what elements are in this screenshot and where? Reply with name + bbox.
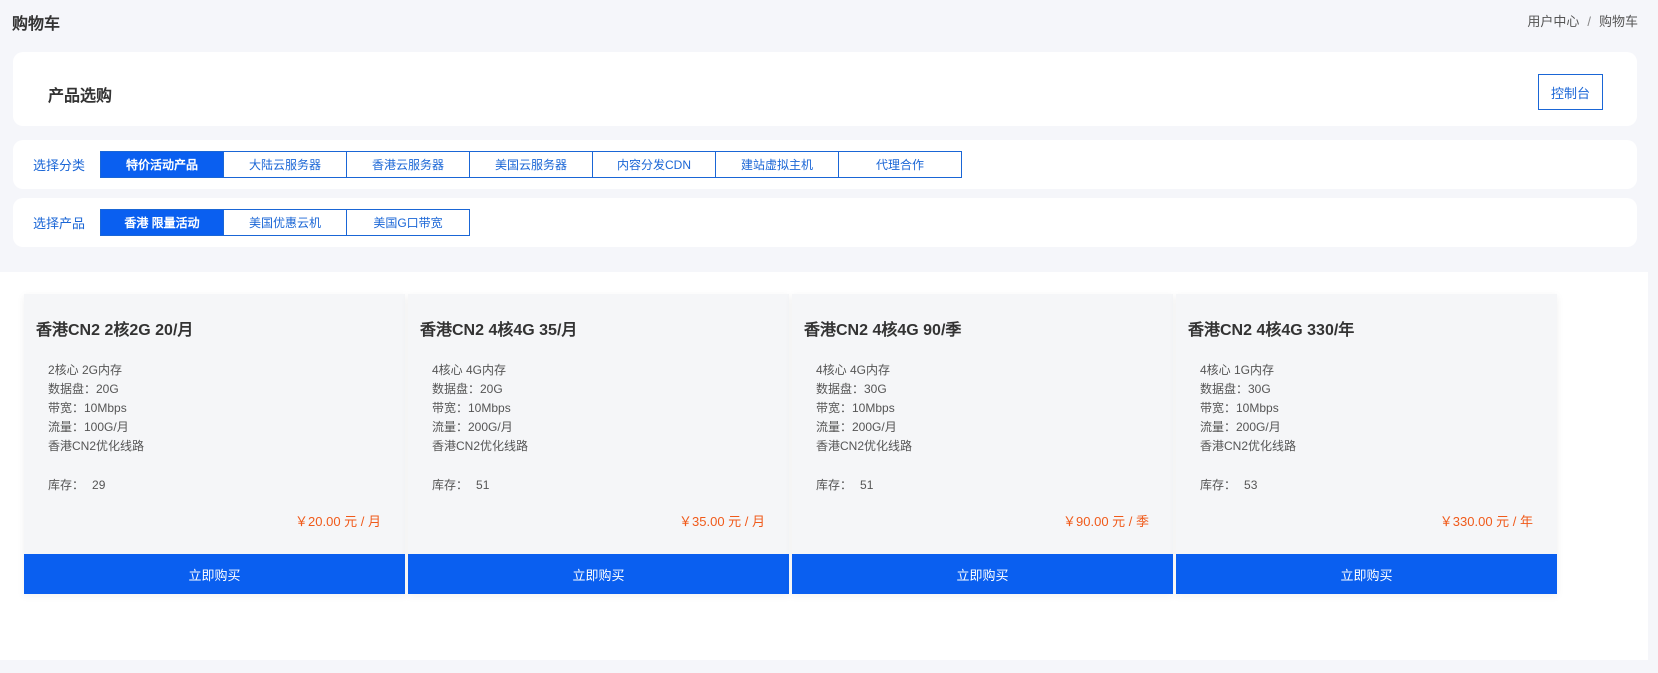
spec-disk: 数据盘：30G bbox=[816, 382, 887, 396]
product-name: 香港CN2 4核4G 90/季 bbox=[804, 322, 962, 339]
breadcrumb-cart: 购物车 bbox=[1598, 14, 1638, 29]
breadcrumb-user-center[interactable]: 用户中心 bbox=[1527, 14, 1579, 29]
spec-disk: 数据盘：20G bbox=[48, 382, 119, 396]
spec-cpu-ram: 4核心 4G内存 bbox=[432, 363, 507, 377]
spec-disk: 数据盘：30G bbox=[1200, 382, 1271, 396]
stock-label: 库存： bbox=[432, 478, 469, 492]
purchase-title: 产品选购 bbox=[48, 88, 113, 105]
tab-product-hk-limited[interactable]: 香港 限量活动 bbox=[100, 209, 224, 236]
category-filter: 选择分类 特价活动产品 大陆云服务器 香港云服务器 美国云服务器 内容分发CDN… bbox=[13, 140, 1637, 189]
stock: 库存： 51 bbox=[816, 476, 873, 493]
price: ￥90.00 元 / 季 bbox=[1063, 514, 1149, 529]
spec-route: 香港CN2优化线路 bbox=[432, 439, 529, 453]
buy-now-button[interactable]: 立即购买 bbox=[1176, 554, 1557, 594]
tab-category-hosting[interactable]: 建站虚拟主机 bbox=[715, 151, 839, 178]
tab-category-special[interactable]: 特价活动产品 bbox=[100, 151, 224, 178]
spec-disk: 数据盘：20G bbox=[432, 382, 503, 396]
spec-cpu-ram: 4核心 4G内存 bbox=[816, 363, 891, 377]
spec-bandwidth: 带宽：10Mbps bbox=[1200, 401, 1279, 415]
breadcrumb: 用户中心 / 购物车 bbox=[1527, 11, 1638, 30]
buy-now-button[interactable]: 立即购买 bbox=[792, 554, 1173, 594]
spec-route: 香港CN2优化线路 bbox=[48, 439, 145, 453]
stock-count: 29 bbox=[92, 478, 106, 492]
tab-category-cdn[interactable]: 内容分发CDN bbox=[592, 151, 716, 178]
tab-category-agent[interactable]: 代理合作 bbox=[838, 151, 962, 178]
product-name: 香港CN2 2核2G 20/月 bbox=[36, 322, 194, 339]
price: ￥330.00 元 / 年 bbox=[1439, 514, 1533, 529]
tab-category-hongkong[interactable]: 香港云服务器 bbox=[346, 151, 470, 178]
spec-list: 4核心 4G内存 数据盘：30G 带宽：10Mbps 流量：200G/月 香港C… bbox=[816, 361, 912, 456]
spec-route: 香港CN2优化线路 bbox=[816, 439, 913, 453]
spec-route: 香港CN2优化线路 bbox=[1200, 439, 1297, 453]
spec-list: 4核心 4G内存 数据盘：20G 带宽：10Mbps 流量：200G/月 香港C… bbox=[432, 361, 528, 456]
buy-now-button[interactable]: 立即购买 bbox=[24, 554, 405, 594]
spec-cpu-ram: 2核心 2G内存 bbox=[48, 363, 123, 377]
price: ￥35.00 元 / 月 bbox=[679, 514, 765, 529]
breadcrumb-separator: / bbox=[1587, 14, 1591, 29]
stock-label: 库存： bbox=[48, 478, 85, 492]
stock-label: 库存： bbox=[1200, 478, 1237, 492]
tab-product-us-gport[interactable]: 美国G口带宽 bbox=[346, 209, 470, 236]
spec-traffic: 流量：100G/月 bbox=[48, 420, 129, 434]
spec-bandwidth: 带宽：10Mbps bbox=[816, 401, 895, 415]
stock-count: 53 bbox=[1244, 478, 1258, 492]
stock-count: 51 bbox=[860, 478, 874, 492]
stock: 库存： 51 bbox=[432, 476, 489, 493]
category-filter-label: 选择分类 bbox=[33, 158, 86, 173]
tab-product-us-discount[interactable]: 美国优惠云机 bbox=[223, 209, 347, 236]
tab-category-mainland[interactable]: 大陆云服务器 bbox=[223, 151, 347, 178]
console-button[interactable]: 控制台 bbox=[1538, 74, 1603, 110]
page-header: 购物车 用户中心 / 购物车 bbox=[0, 0, 1658, 40]
spec-bandwidth: 带宽：10Mbps bbox=[48, 401, 127, 415]
buy-now-button[interactable]: 立即购买 bbox=[408, 554, 789, 594]
product-card: 香港CN2 2核2G 20/月 2核心 2G内存 数据盘：20G 带宽：10Mb… bbox=[24, 294, 405, 594]
products-panel: 香港CN2 2核2G 20/月 2核心 2G内存 数据盘：20G 带宽：10Mb… bbox=[0, 272, 1648, 660]
product-card: 香港CN2 4核4G 35/月 4核心 4G内存 数据盘：20G 带宽：10Mb… bbox=[408, 294, 789, 594]
tab-category-usa[interactable]: 美国云服务器 bbox=[469, 151, 593, 178]
stock-label: 库存： bbox=[816, 478, 853, 492]
purchase-card: 产品选购 控制台 bbox=[13, 52, 1637, 126]
product-filter: 选择产品 香港 限量活动 美国优惠云机 美国G口带宽 bbox=[13, 198, 1637, 247]
product-name: 香港CN2 4核4G 35/月 bbox=[420, 322, 578, 339]
stock-count: 51 bbox=[476, 478, 490, 492]
spec-traffic: 流量：200G/月 bbox=[1200, 420, 1281, 434]
spec-list: 2核心 2G内存 数据盘：20G 带宽：10Mbps 流量：100G/月 香港C… bbox=[48, 361, 144, 456]
page-title: 购物车 bbox=[12, 16, 61, 33]
spec-bandwidth: 带宽：10Mbps bbox=[432, 401, 511, 415]
spec-traffic: 流量：200G/月 bbox=[816, 420, 897, 434]
stock: 库存： 53 bbox=[1200, 476, 1257, 493]
product-card: 香港CN2 4核4G 330/年 4核心 1G内存 数据盘：30G 带宽：10M… bbox=[1176, 294, 1557, 594]
price: ￥20.00 元 / 月 bbox=[295, 514, 381, 529]
stock: 库存： 29 bbox=[48, 476, 105, 493]
spec-cpu-ram: 4核心 1G内存 bbox=[1200, 363, 1275, 377]
spec-list: 4核心 1G内存 数据盘：30G 带宽：10Mbps 流量：200G/月 香港C… bbox=[1200, 361, 1296, 456]
spec-traffic: 流量：200G/月 bbox=[432, 420, 513, 434]
product-card: 香港CN2 4核4G 90/季 4核心 4G内存 数据盘：30G 带宽：10Mb… bbox=[792, 294, 1173, 594]
product-filter-label: 选择产品 bbox=[33, 216, 86, 231]
product-name: 香港CN2 4核4G 330/年 bbox=[1188, 322, 1355, 339]
